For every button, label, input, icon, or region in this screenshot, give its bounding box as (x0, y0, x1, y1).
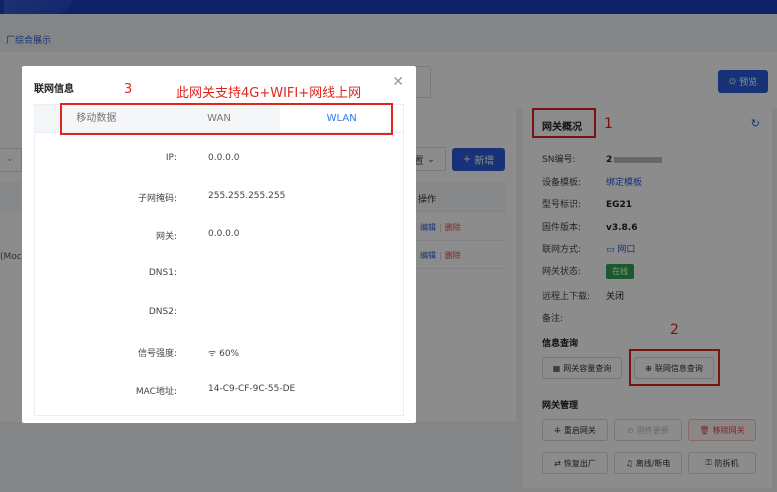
wifi-icon: ᯤ (208, 349, 217, 359)
highlight-box (60, 103, 393, 135)
network-info-dialog: 联网信息 3 此网关支持4G+WIFI+网线上网 ✕ 移动数据 WAN WLAN… (22, 66, 416, 423)
close-icon[interactable]: ✕ (392, 74, 404, 90)
network-info-content: 移动数据 WAN WLAN IP: 0.0.0.0 子网掩码: 255.255.… (34, 104, 404, 416)
annotation-text: 此网关支持4G+WIFI+网线上网 (176, 86, 362, 101)
annotation-number: 3 (124, 82, 133, 97)
dialog-title: 联网信息 (34, 84, 74, 95)
